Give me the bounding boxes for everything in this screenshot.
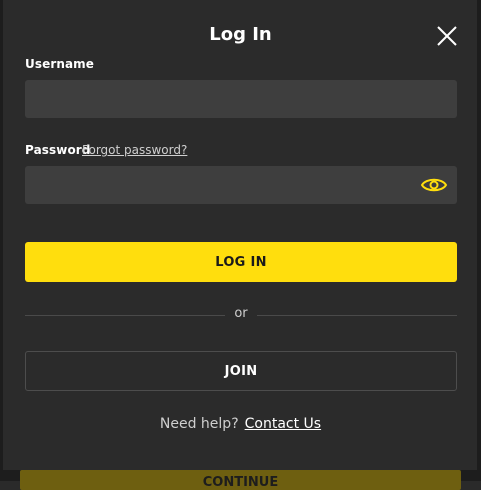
close-button[interactable] bbox=[434, 23, 460, 49]
login-button[interactable]: LOG IN bbox=[25, 242, 457, 282]
contact-us-link[interactable]: Contact Us bbox=[245, 416, 321, 432]
divider-line-right bbox=[257, 315, 457, 316]
divider-or: or bbox=[234, 306, 248, 321]
divider-line-left bbox=[25, 315, 225, 316]
password-label: Password bbox=[25, 143, 91, 157]
username-label: Username bbox=[25, 57, 95, 71]
continue-button: CONTINUE bbox=[20, 470, 461, 490]
username-input[interactable] bbox=[25, 80, 457, 118]
help-row: Need help? Contact Us bbox=[0, 416, 481, 432]
show-password-button[interactable] bbox=[420, 174, 448, 196]
modal-title: Log In bbox=[209, 24, 272, 45]
password-input[interactable] bbox=[25, 166, 457, 204]
close-icon bbox=[437, 26, 457, 46]
forgot-password-link[interactable]: Forgot password? bbox=[82, 143, 187, 157]
join-button[interactable]: JOIN bbox=[25, 351, 457, 391]
eye-icon bbox=[420, 178, 448, 192]
help-text: Need help? bbox=[159, 416, 239, 432]
